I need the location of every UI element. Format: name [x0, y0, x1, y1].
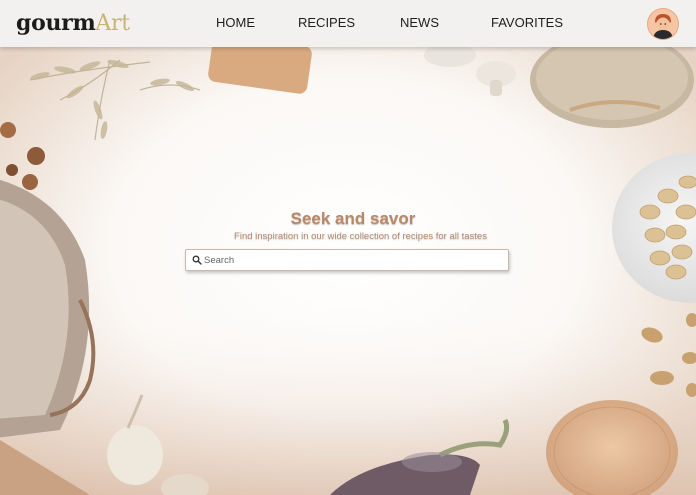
- user-avatar-icon[interactable]: [648, 9, 678, 39]
- nav-recipes-link[interactable]: RECIPES: [298, 15, 355, 31]
- page: gourmArt HOME RECIPES NEWS FAVORITES See…: [0, 0, 696, 495]
- top-navigation-bar: gourmArt HOME RECIPES NEWS FAVORITES: [0, 0, 696, 47]
- nav-favorites-link[interactable]: FAVORITES: [491, 15, 563, 31]
- hero-title: Seek and savor: [290, 209, 416, 228]
- logo-text-accent: Art: [95, 11, 130, 36]
- nav-news-link[interactable]: NEWS: [400, 15, 439, 31]
- background-food-scene: [0, 0, 696, 495]
- search-icon[interactable]: [192, 255, 202, 265]
- logo[interactable]: gourmArt: [16, 8, 130, 39]
- search-bar[interactable]: [185, 249, 509, 271]
- hero-subtitle: Find inspiration in our wide collection …: [234, 231, 487, 242]
- logo-text-primary: gourm: [16, 10, 96, 36]
- nav-home-link[interactable]: HOME: [216, 15, 255, 31]
- search-input[interactable]: [204, 251, 504, 269]
